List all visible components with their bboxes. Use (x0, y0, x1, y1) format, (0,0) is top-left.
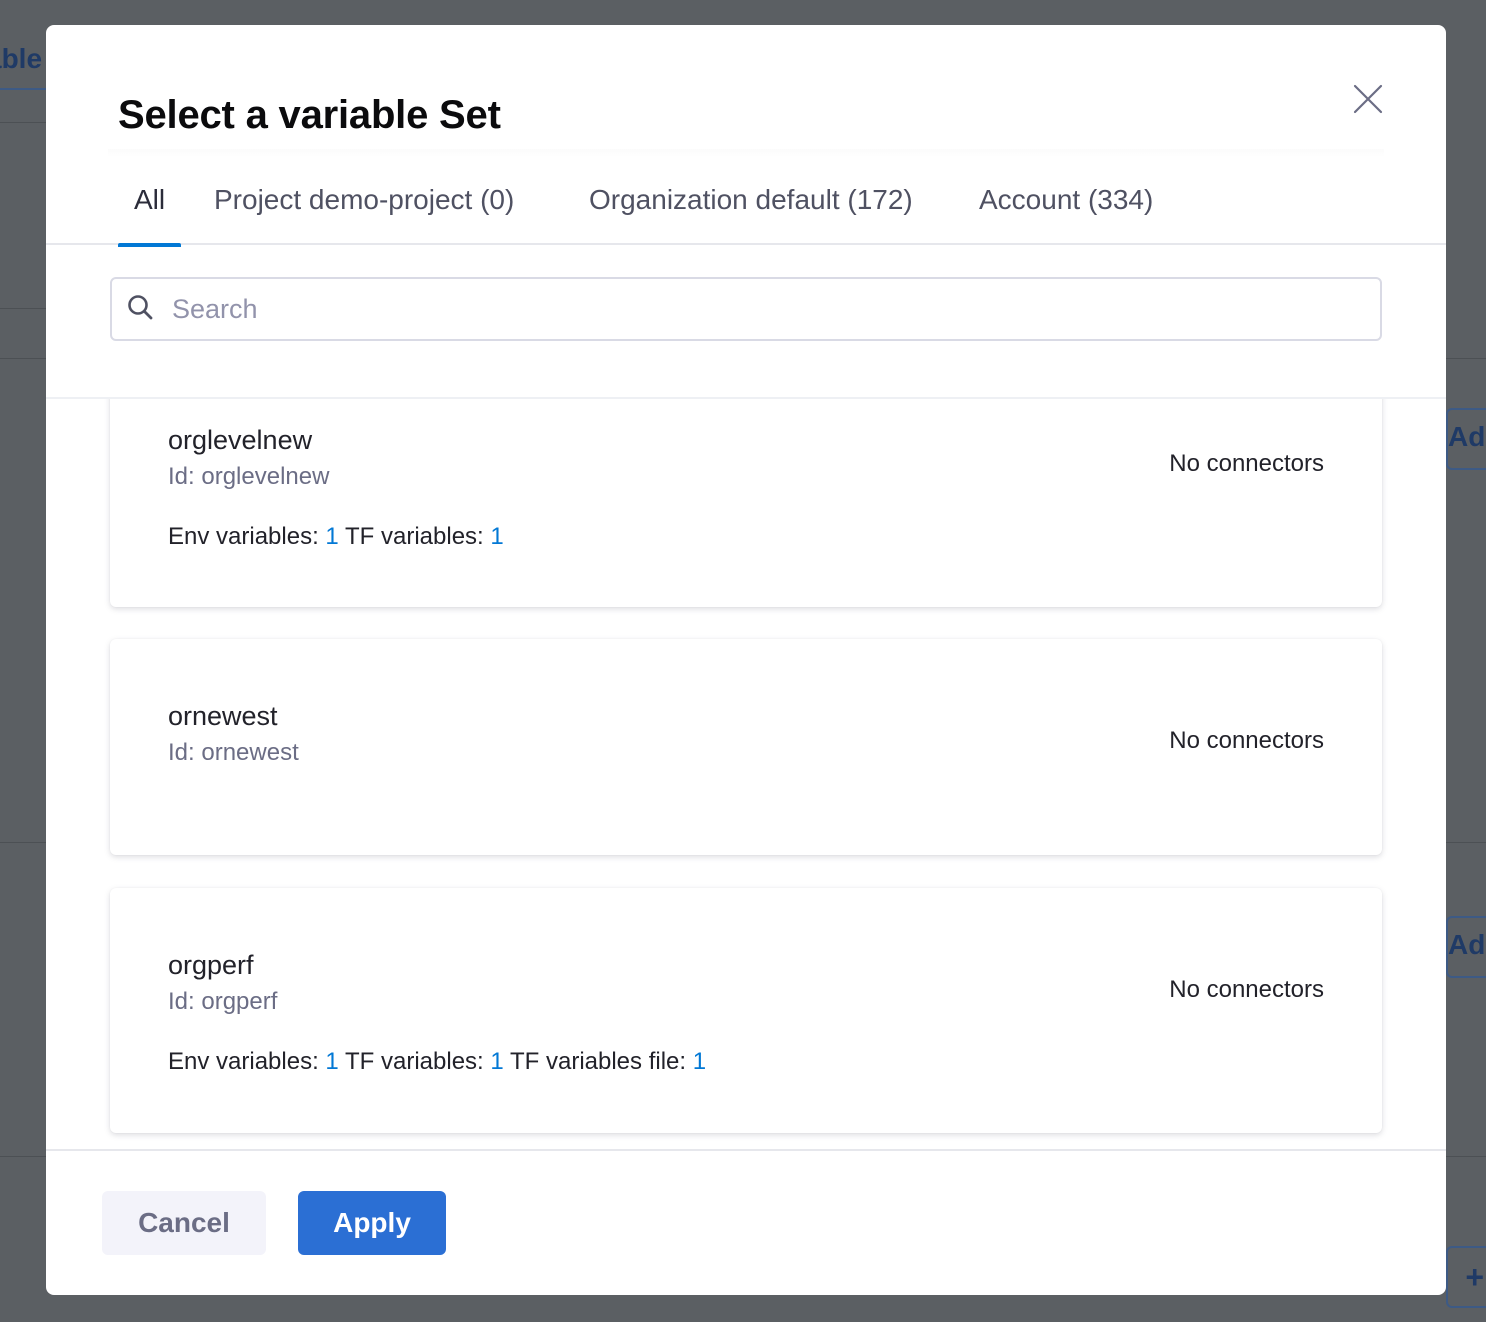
connectors-status: No connectors (1169, 727, 1324, 754)
variable-set-name: ornewest (168, 701, 278, 731)
env-variables-label: Env variables: (168, 523, 319, 550)
background-add-button: Add (1446, 408, 1486, 470)
background-plus-button: + (1446, 1246, 1486, 1308)
background-tab-fragment: able (0, 40, 48, 90)
cancel-button[interactable]: Cancel (102, 1191, 266, 1255)
env-variables-count: 1 (325, 1048, 339, 1075)
select-variable-set-dialog: Select a variable Set All Project demo-p… (46, 25, 1446, 1295)
apply-button[interactable]: Apply (298, 1191, 446, 1255)
background-divider (0, 122, 46, 123)
scope-tabs: All Project demo-project (0) Organizatio… (46, 175, 1446, 247)
tab-organization[interactable]: Organization default (172) (589, 175, 913, 245)
close-button[interactable] (1352, 83, 1384, 115)
variable-set-id: Id: ornewest (168, 739, 299, 766)
variable-set-card[interactable]: ornewest Id: ornewest No connectors (110, 639, 1382, 855)
variable-set-name: orgperf (168, 950, 254, 980)
variable-set-name: orglevelnew (168, 425, 313, 455)
background-divider (0, 842, 46, 843)
search-field (110, 277, 1382, 341)
dialog-title: Select a variable Set (118, 93, 501, 137)
tab-account[interactable]: Account (334) (979, 175, 1153, 245)
tf-variables-file-count: 1 (692, 1048, 707, 1075)
close-icon (1353, 84, 1383, 114)
tab-all[interactable]: All (117, 175, 182, 247)
connectors-status: No connectors (1169, 450, 1324, 477)
connectors-status: No connectors (1169, 976, 1324, 1003)
background-divider (1446, 358, 1486, 359)
background-divider (1446, 1156, 1486, 1157)
background-divider (0, 1156, 46, 1157)
tf-variables-count: 1 (490, 523, 504, 550)
tf-variables-count: 1 (490, 1048, 504, 1075)
title-divider (108, 149, 1384, 157)
background-add-button: Add (1446, 916, 1486, 978)
tf-variables-file-label: TF variables file: (509, 1048, 687, 1075)
variable-counts: Env variables: 1 TF variables: 1 TF vari… (168, 1048, 706, 1076)
env-variables-count: 1 (325, 523, 339, 550)
tf-variables-label: TF variables: (345, 1048, 484, 1075)
background-divider (0, 358, 46, 359)
variable-set-card[interactable]: orgperf Id: orgperf No connectors Env va… (110, 888, 1382, 1133)
tf-variables-label: TF variables: (345, 523, 484, 550)
env-variables-label: Env variables: (168, 1048, 319, 1075)
background-divider (0, 308, 46, 309)
variable-set-id: Id: orglevelnew (168, 463, 330, 490)
tab-project[interactable]: Project demo-project (0) (214, 175, 514, 245)
variable-set-list[interactable]: orglevelnew Id: orglevelnew No connector… (46, 397, 1446, 1151)
background-divider (1446, 842, 1486, 843)
variable-counts: Env variables: 1 TF variables: 1 (168, 523, 504, 551)
variable-set-card[interactable]: orglevelnew Id: orglevelnew No connector… (110, 399, 1382, 607)
search-input[interactable] (172, 287, 1362, 331)
search-icon (126, 293, 156, 323)
variable-set-id: Id: orgperf (168, 988, 278, 1015)
